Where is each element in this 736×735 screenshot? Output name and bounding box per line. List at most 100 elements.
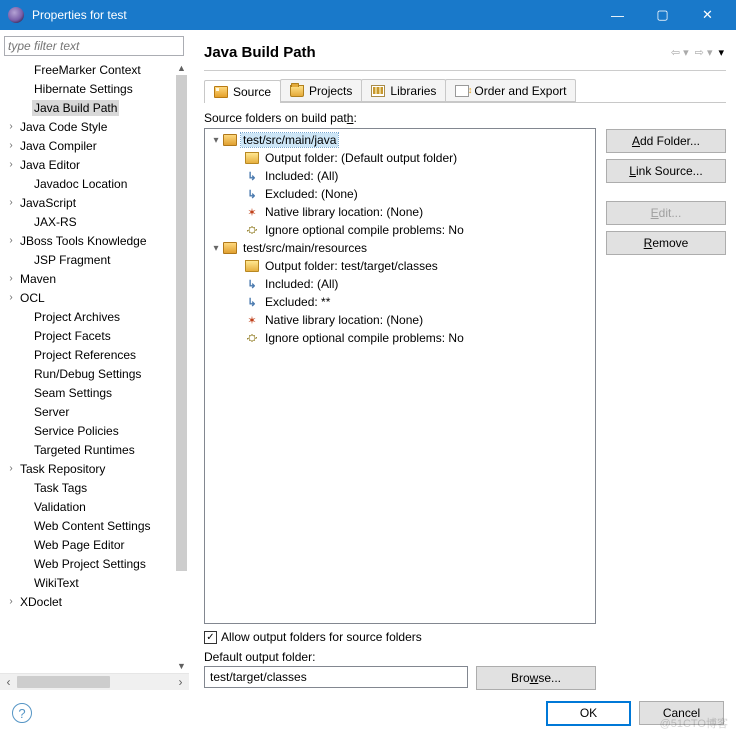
category-item[interactable]: Web Content Settings bbox=[0, 516, 189, 535]
category-item[interactable]: Targeted Runtimes bbox=[0, 440, 189, 459]
category-item[interactable]: JAX-RS bbox=[0, 212, 189, 231]
nav-toolbar: ⇦ ▾ ⇨ ▾ ▾ bbox=[669, 46, 726, 59]
category-item[interactable]: Validation bbox=[0, 497, 189, 516]
category-item[interactable]: Java Build Path bbox=[0, 98, 189, 117]
source-tree-node[interactable]: Output folder: test/target/classes bbox=[205, 257, 595, 275]
expand-icon[interactable]: › bbox=[4, 197, 18, 208]
tab-source[interactable]: Source bbox=[204, 80, 281, 103]
expand-icon[interactable]: › bbox=[4, 235, 18, 246]
source-tree-node[interactable]: Ignore optional compile problems: No bbox=[205, 221, 595, 239]
gear-icon bbox=[245, 206, 259, 218]
expand-icon[interactable]: ▾ bbox=[209, 135, 223, 146]
watermark: @51CTO博客 bbox=[660, 715, 728, 731]
arrow-icon bbox=[245, 278, 259, 290]
allow-output-checkbox[interactable]: ✓ Allow output folders for source folder… bbox=[204, 624, 596, 648]
tab-projects[interactable]: Projects bbox=[280, 79, 362, 102]
category-item[interactable]: Service Policies bbox=[0, 421, 189, 440]
category-item[interactable]: ›Java Compiler bbox=[0, 136, 189, 155]
back-icon[interactable]: ⇦ ▾ bbox=[669, 46, 691, 59]
category-item[interactable]: Seam Settings bbox=[0, 383, 189, 402]
expand-icon[interactable]: › bbox=[4, 463, 18, 474]
source-tree-node[interactable]: ▾test/src/main/java bbox=[205, 131, 595, 149]
category-item[interactable]: Project References bbox=[0, 345, 189, 364]
source-folders-tree[interactable]: ▾test/src/main/javaOutput folder: (Defau… bbox=[204, 128, 596, 624]
source-tree-node[interactable]: ▾test/src/main/resources bbox=[205, 239, 595, 257]
category-item[interactable]: ›Java Code Style bbox=[0, 117, 189, 136]
close-button[interactable]: ✕ bbox=[685, 0, 730, 30]
category-item[interactable]: ›OCL bbox=[0, 288, 189, 307]
add-folder-button[interactable]: Add Folder... bbox=[606, 129, 726, 153]
tab-order[interactable]: Order and Export bbox=[445, 79, 576, 102]
ignore-icon bbox=[245, 224, 259, 236]
source-icon bbox=[214, 86, 228, 98]
default-output-input[interactable] bbox=[204, 666, 468, 688]
category-item[interactable]: Web Page Editor bbox=[0, 535, 189, 554]
dialog-button-bar: ? OK Cancel bbox=[0, 690, 736, 735]
ignore-icon bbox=[245, 332, 259, 344]
folder-icon bbox=[245, 152, 259, 164]
pkg-icon bbox=[223, 242, 237, 254]
source-tree-node[interactable]: Excluded: ** bbox=[205, 293, 595, 311]
pkg-icon bbox=[223, 134, 237, 146]
source-tree-node[interactable]: Output folder: (Default output folder) bbox=[205, 149, 595, 167]
category-item[interactable]: Task Tags bbox=[0, 478, 189, 497]
category-item[interactable]: Project Archives bbox=[0, 307, 189, 326]
category-item[interactable]: ›JBoss Tools Knowledge bbox=[0, 231, 189, 250]
link-source-button[interactable]: Link Source... bbox=[606, 159, 726, 183]
category-item[interactable]: ›Task Repository bbox=[0, 459, 189, 478]
category-item[interactable]: Javadoc Location bbox=[0, 174, 189, 193]
app-icon bbox=[8, 7, 24, 23]
expand-icon[interactable]: › bbox=[4, 159, 18, 170]
edit-button[interactable]: Edit... bbox=[606, 201, 726, 225]
page-title: Java Build Path bbox=[204, 44, 669, 61]
expand-icon[interactable]: › bbox=[4, 140, 18, 151]
category-item[interactable]: ›Maven bbox=[0, 269, 189, 288]
folder-icon bbox=[245, 260, 259, 272]
source-tree-node[interactable]: Included: (All) bbox=[205, 167, 595, 185]
expand-icon[interactable]: › bbox=[4, 273, 18, 284]
category-item[interactable]: ›JavaScript bbox=[0, 193, 189, 212]
category-item[interactable]: FreeMarker Context bbox=[0, 60, 189, 79]
menu-icon[interactable]: ▾ bbox=[716, 46, 726, 59]
source-tree-node[interactable]: Native library location: (None) bbox=[205, 311, 595, 329]
browse-button[interactable]: Browse... bbox=[476, 666, 596, 690]
projects-icon bbox=[290, 85, 304, 97]
category-item[interactable]: WikiText bbox=[0, 573, 189, 592]
expand-icon[interactable]: ▾ bbox=[209, 243, 223, 254]
filter-input[interactable] bbox=[4, 36, 184, 56]
source-tree-node[interactable]: Native library location: (None) bbox=[205, 203, 595, 221]
check-icon: ✓ bbox=[204, 631, 217, 644]
remove-button[interactable]: Remove bbox=[606, 231, 726, 255]
default-output-label: Default output folder: bbox=[204, 648, 596, 666]
source-tree-node[interactable]: Excluded: (None) bbox=[205, 185, 595, 203]
tab-bar: SourceProjectsLibrariesOrder and Export bbox=[204, 79, 726, 103]
category-item[interactable]: Run/Debug Settings bbox=[0, 364, 189, 383]
source-tree-node[interactable]: Ignore optional compile problems: No bbox=[205, 329, 595, 347]
category-item[interactable]: Project Facets bbox=[0, 326, 189, 345]
category-item[interactable]: ›XDoclet bbox=[0, 592, 189, 611]
forward-icon[interactable]: ⇨ ▾ bbox=[693, 46, 715, 59]
scrollbar-horizontal[interactable]: ‹› bbox=[0, 673, 189, 690]
libraries-icon bbox=[371, 85, 385, 97]
expand-icon[interactable]: › bbox=[4, 596, 18, 607]
arrow-icon bbox=[245, 296, 259, 308]
category-item[interactable]: JSP Fragment bbox=[0, 250, 189, 269]
category-item[interactable]: Server bbox=[0, 402, 189, 421]
category-item[interactable]: Web Project Settings bbox=[0, 554, 189, 573]
scrollbar-vertical[interactable]: ▲ ▼ bbox=[174, 60, 189, 673]
category-tree[interactable]: FreeMarker ContextHibernate SettingsJava… bbox=[0, 60, 189, 673]
expand-icon[interactable]: › bbox=[4, 121, 18, 132]
minimize-button[interactable]: — bbox=[595, 0, 640, 30]
titlebar: Properties for test — ▢ ✕ bbox=[0, 0, 736, 30]
category-item[interactable]: ›Java Editor bbox=[0, 155, 189, 174]
ok-button[interactable]: OK bbox=[546, 701, 631, 726]
category-item[interactable]: Hibernate Settings bbox=[0, 79, 189, 98]
window-title: Properties for test bbox=[32, 8, 595, 22]
content-panel: Java Build Path ⇦ ▾ ⇨ ▾ ▾ SourceProjects… bbox=[190, 30, 736, 690]
source-folders-label: Source folders on build path: bbox=[204, 107, 596, 128]
help-button[interactable]: ? bbox=[12, 703, 32, 723]
maximize-button[interactable]: ▢ bbox=[640, 0, 685, 30]
source-tree-node[interactable]: Included: (All) bbox=[205, 275, 595, 293]
expand-icon[interactable]: › bbox=[4, 292, 18, 303]
tab-libraries[interactable]: Libraries bbox=[361, 79, 446, 102]
